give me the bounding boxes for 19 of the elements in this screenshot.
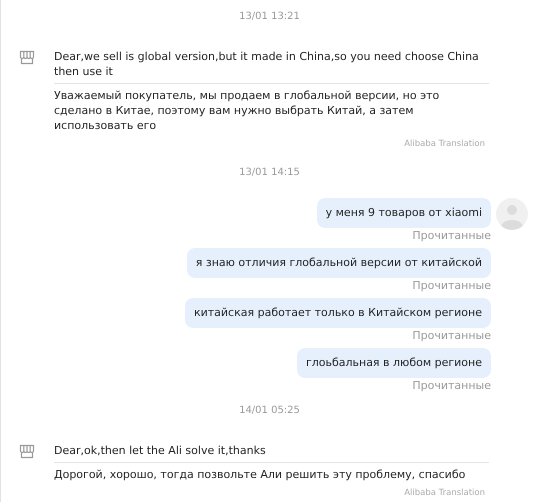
timestamp: 13/01 14:15 <box>239 167 300 178</box>
read-status: Прочитанные <box>412 329 491 342</box>
message-text: Dear,ok,then let the Ali solve it,thanks <box>54 443 489 463</box>
store-icon <box>19 50 35 65</box>
read-status: Прочитанные <box>412 279 491 292</box>
message-bubble: я знаю отличия глобальной версии от китайской <box>186 248 491 278</box>
timestamp: 14/01 05:25 <box>239 405 300 416</box>
message-bubble: у меня 9 товаров от xiaomi <box>316 198 491 228</box>
translated-text: Дорогой, хорошо, тогда позвольте Али решить эту проблему, спасибо <box>54 467 466 482</box>
timestamp: 13/01 13:21 <box>239 11 300 22</box>
message-bubble: китайская работает только в Китайском регионе <box>184 298 491 328</box>
translated-text: Уважаемый покупатель, мы продаем в глобальной версии, но это сделано в Китае, поэтому вам нужно выбрать Китай, а затем использовать его <box>54 88 440 133</box>
read-status: Прочитанные <box>412 379 491 392</box>
store-icon <box>19 444 35 459</box>
message-bubble: глоьбальная в любом регионе <box>296 348 491 378</box>
message-text: Dear,we sell is global version,but it made in China,so you need choose China then use it <box>54 49 489 84</box>
translation-source: Alibaba Translation <box>404 488 485 498</box>
translation-source: Alibaba Translation <box>404 139 485 149</box>
read-status: Прочитанные <box>412 229 491 242</box>
